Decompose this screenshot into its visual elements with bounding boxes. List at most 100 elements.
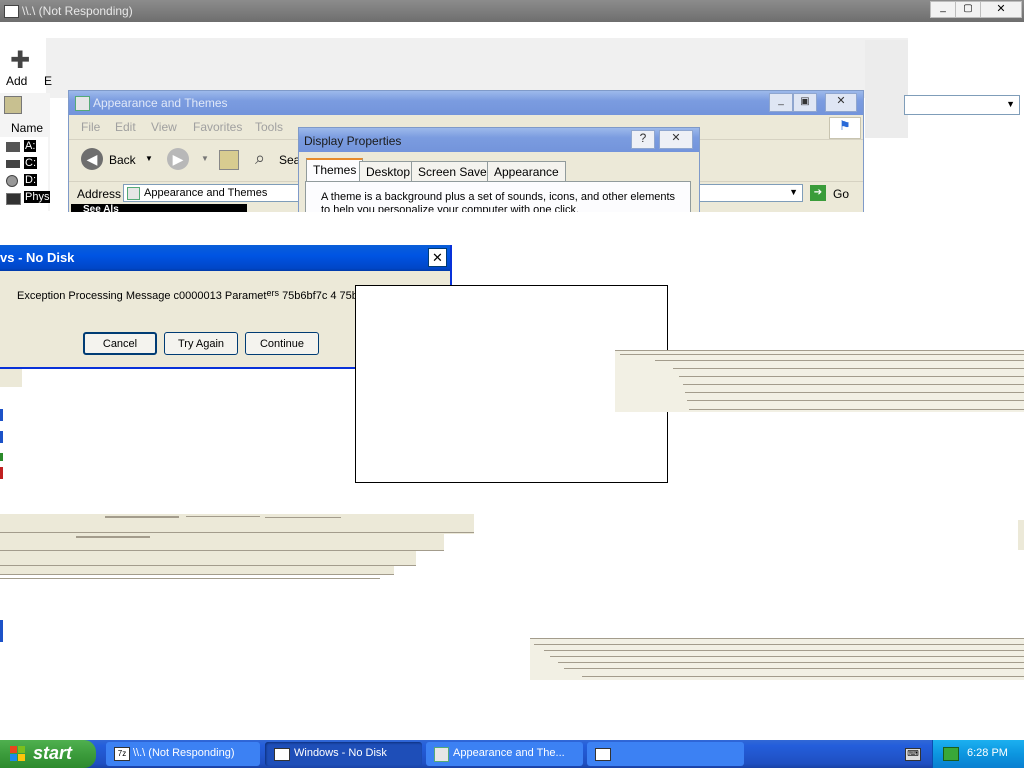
nodisk-title: vs - No Disk <box>0 250 75 265</box>
go-arrow-icon[interactable]: ➔ <box>810 185 826 201</box>
smear-line <box>582 676 1024 677</box>
explorer-dropdown[interactable]: ▼ <box>904 95 1020 115</box>
error-message-part-b: ers <box>266 288 279 298</box>
cancel-button[interactable]: Cancel <box>83 332 157 355</box>
chevron-down-icon[interactable]: ▼ <box>201 154 209 163</box>
taskbar-task[interactable]: Appearance and The... <box>426 742 583 766</box>
menu-favorites[interactable]: Favorites <box>193 120 242 134</box>
smear-line <box>689 409 1024 410</box>
list-item[interactable]: C: <box>4 156 48 172</box>
minimize-button[interactable]: _ <box>769 93 793 112</box>
back-button[interactable]: ◀ Back ▼ <box>81 148 159 172</box>
minimize-button[interactable]: _ <box>930 1 956 18</box>
smear-line <box>673 368 1024 369</box>
close-button[interactable]: ✕ <box>980 1 1022 18</box>
chevron-down-icon: ▼ <box>1006 99 1015 109</box>
toolbar-partial-label: E <box>44 74 53 88</box>
tab-desktop[interactable]: Desktop <box>359 161 418 181</box>
glitch-mark <box>0 467 3 479</box>
chevron-down-icon[interactable]: ▼ <box>789 187 798 197</box>
taskbar-task[interactable]: 7z \\.\ (Not Responding) <box>106 742 260 766</box>
add-label: Add <box>6 74 28 88</box>
close-button[interactable]: ✕ <box>659 130 693 149</box>
add-icon: ✚ <box>10 47 31 74</box>
windows-logo-icon: ⚑ <box>829 117 861 139</box>
smear-line <box>534 644 1024 645</box>
search-icon[interactable]: ⌕ <box>255 148 265 169</box>
list-item[interactable]: A: <box>4 139 48 155</box>
go-label[interactable]: Go <box>833 187 849 201</box>
close-button[interactable]: ✕ <box>825 93 857 112</box>
cd-drive-icon <box>6 175 18 187</box>
smear-artifacts-left <box>0 514 474 584</box>
drive-label: A: <box>24 140 37 152</box>
forward-arrow-icon[interactable]: ▶ <box>167 148 189 170</box>
smear-line <box>544 650 1024 651</box>
app-icon: 7z <box>114 747 130 761</box>
glitch-mark <box>0 453 3 461</box>
menu-edit[interactable]: Edit <box>115 120 136 134</box>
smear-line <box>76 536 150 538</box>
smear-fill <box>0 551 416 565</box>
drive-label: C: <box>24 157 37 169</box>
drive-label: Phys <box>24 191 51 203</box>
smear-line <box>186 516 260 517</box>
smear-fill <box>0 534 444 550</box>
tab-themes[interactable]: Themes <box>306 158 364 181</box>
clock[interactable]: 6:28 PM <box>967 747 1008 759</box>
display-properties-title: Display Properties <box>304 134 402 148</box>
appearance-title: Appearance and Themes <box>93 96 228 110</box>
floppy-drive-icon <box>6 142 20 152</box>
close-button[interactable]: ✕ <box>428 248 447 267</box>
add-button[interactable]: ✚ Add <box>4 48 38 90</box>
smear-artifacts-right-lower <box>530 636 1024 680</box>
nodisk-titlebar: vs - No Disk ✕ <box>0 245 450 271</box>
window-icon <box>595 748 611 761</box>
drive-label: D: <box>24 174 37 186</box>
up-folder-icon[interactable] <box>219 150 239 170</box>
smear-line <box>550 656 1024 657</box>
list-item[interactable]: D: <box>4 173 48 189</box>
try-again-button[interactable]: Try Again <box>164 332 238 355</box>
physical-drive-icon <box>6 193 21 205</box>
smear-line <box>564 668 1024 669</box>
network-icon[interactable] <box>943 747 959 761</box>
error-message-part-a: Exception Processing Message c0000013 Pa… <box>17 290 267 302</box>
tab-appearance[interactable]: Appearance <box>487 161 566 181</box>
smear-line <box>679 376 1024 377</box>
list-item[interactable]: Phys <box>4 190 51 206</box>
smear-fill <box>0 514 474 534</box>
corrupt-strip <box>0 369 22 387</box>
smear-line <box>558 662 1024 663</box>
task-label: Appearance and The... <box>453 747 565 759</box>
smear-line <box>683 384 1024 385</box>
task-label: Windows - No Disk <box>294 747 387 759</box>
window-icon <box>274 748 290 761</box>
back-label: Back <box>109 153 136 167</box>
taskbar-task[interactable]: Windows - No Disk <box>265 742 422 766</box>
hard-drive-icon <box>6 160 20 168</box>
glitch-mark <box>0 620 3 642</box>
smear-line <box>685 392 1024 393</box>
tab-screen-saver[interactable]: Screen Saver <box>411 161 498 181</box>
maximize-button[interactable]: ▣ <box>793 93 817 112</box>
start-button[interactable]: start <box>0 740 96 768</box>
help-button[interactable]: ? <box>631 130 655 149</box>
menu-tools[interactable]: Tools <box>255 120 283 134</box>
taskbar-task[interactable] <box>587 742 744 766</box>
left-edge-marks <box>0 409 3 481</box>
chevron-down-icon: ▼ <box>145 154 153 163</box>
smear-line <box>0 532 474 533</box>
maximize-button[interactable]: ▢ <box>955 1 981 18</box>
up-folder-icon[interactable] <box>4 96 22 114</box>
continue-button[interactable]: Continue <box>245 332 319 355</box>
menu-file[interactable]: File <box>81 120 100 134</box>
menu-view[interactable]: View <box>151 120 177 134</box>
control-panel-icon <box>434 747 449 762</box>
task-label: \\.\ (Not Responding) <box>133 747 235 759</box>
right-edge-strip <box>1018 520 1024 550</box>
column-header-name[interactable]: Name <box>11 121 43 135</box>
smear-line <box>0 578 380 579</box>
address-value: Appearance and Themes <box>144 187 268 199</box>
keyboard-icon[interactable]: ⌨ <box>905 748 921 761</box>
